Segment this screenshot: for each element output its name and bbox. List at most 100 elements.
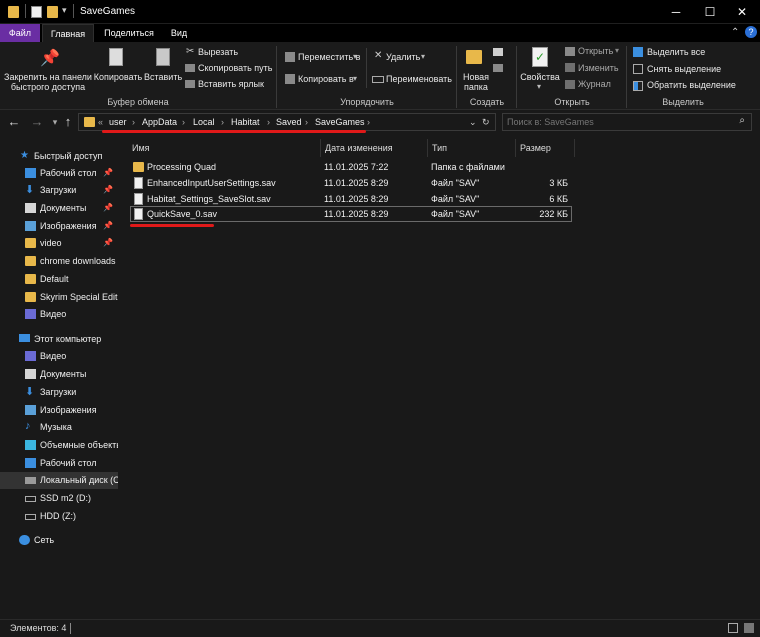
details-view-button[interactable] <box>728 623 738 633</box>
delete-icon: ✕ <box>374 50 383 61</box>
column-header-date[interactable]: Дата изменения <box>321 139 427 157</box>
easy-access-icon[interactable] <box>493 64 503 72</box>
file-row-habitat-settings[interactable]: Habitat_Settings_SaveSlot.sav 11.01.2025… <box>130 191 572 207</box>
chevron-right-icon[interactable]: › <box>182 114 185 130</box>
nav-item-default[interactable]: Default <box>0 271 118 288</box>
nav-network[interactable]: Сеть <box>0 532 118 549</box>
tab-home[interactable]: Главная <box>42 24 94 42</box>
pin-icon[interactable]: 📌 <box>103 168 113 177</box>
nav-pc-local-disk-c[interactable]: Локальный диск (C <box>0 472 118 489</box>
pin-icon[interactable]: 📌 <box>103 221 113 230</box>
back-button[interactable]: ← <box>7 114 21 129</box>
nav-item-pictures[interactable]: Изображения 📌 <box>0 218 118 235</box>
nav-pc-ssd-d[interactable]: SSD m2 (D:) <box>0 490 118 507</box>
nav-pc-hdd-z[interactable]: HDD (Z:) <box>0 508 118 525</box>
chevron-right-icon[interactable]: › <box>221 114 224 130</box>
copy-to-button[interactable]: Копировать в <box>298 74 354 84</box>
nav-item-videos[interactable]: Видео <box>0 306 118 323</box>
nav-item-chrome-downloads[interactable]: chrome downloads <box>0 253 118 270</box>
recent-locations-button[interactable]: ▾ <box>48 117 62 128</box>
chevron-right-icon[interactable]: › <box>367 114 370 130</box>
up-button[interactable]: ↑ <box>61 114 75 129</box>
nav-pc-3d-objects[interactable]: Объемные объекты <box>0 437 118 454</box>
divider <box>366 48 367 88</box>
invert-selection-icon <box>633 81 643 91</box>
file-row-enhanced-input[interactable]: EnhancedInputUserSettings.sav 11.01.2025… <box>130 175 572 191</box>
breadcrumb-overflow[interactable]: « <box>98 114 103 130</box>
maximize-button[interactable]: ☐ <box>692 0 728 24</box>
nav-quick-access[interactable]: ★ Быстрый доступ <box>0 148 118 165</box>
file-size: 6 КБ <box>549 194 568 204</box>
tab-view[interactable]: Вид <box>164 24 194 42</box>
search-icon[interactable]: ⌕ <box>739 115 745 126</box>
chevron-right-icon[interactable]: › <box>267 114 270 130</box>
select-none-button[interactable]: Снять выделение <box>647 64 721 74</box>
properties-button[interactable]: Свойства <box>520 72 560 82</box>
desktop-icon <box>25 458 36 468</box>
chevron-right-icon[interactable]: › <box>305 114 308 130</box>
properties-icon[interactable] <box>31 6 42 18</box>
help-icon[interactable]: ? <box>745 26 757 38</box>
file-row-processing-quad[interactable]: Processing Quad 11.01.2025 7:22 Папка с … <box>130 159 572 175</box>
copy-button[interactable]: Копировать <box>93 72 143 82</box>
history-button[interactable]: Журнал <box>578 79 611 89</box>
pin-icon[interactable]: 📌 <box>103 238 113 247</box>
pin-icon[interactable]: 📌 <box>103 203 113 212</box>
tiles-view-button[interactable] <box>744 623 754 633</box>
open-button[interactable]: Открыть <box>578 46 613 56</box>
chevron-up-icon[interactable]: ⌃ <box>731 27 739 38</box>
copy-path-button[interactable]: Скопировать путь <box>198 63 272 73</box>
tab-share[interactable]: Поделиться <box>98 24 160 42</box>
nav-pc-music[interactable]: ♪ Музыка <box>0 419 118 436</box>
breadcrumb-savegames[interactable]: SaveGames <box>315 114 365 130</box>
rename-button[interactable]: Переименовать <box>386 74 452 84</box>
paste-shortcut-button[interactable]: Вставить ярлык <box>198 79 264 89</box>
search-box[interactable]: ⌕ <box>502 113 752 131</box>
paste-button[interactable]: Вставить <box>144 72 182 82</box>
search-input[interactable] <box>507 115 727 129</box>
edit-button[interactable]: Изменить <box>578 63 619 73</box>
breadcrumb-user[interactable]: user <box>109 114 127 130</box>
nav-pc-pictures[interactable]: Изображения <box>0 402 118 419</box>
invert-selection-button[interactable]: Обратить выделение <box>647 80 736 90</box>
chevron-down-icon[interactable]: ▾ <box>62 5 67 16</box>
new-folder-icon[interactable] <box>47 6 58 18</box>
chevron-down-icon[interactable]: ⌄ <box>469 114 477 130</box>
new-item-icon[interactable] <box>493 48 503 56</box>
column-resize-handle[interactable] <box>574 139 575 157</box>
nav-item-downloads[interactable]: ⬇ Загрузки 📌 <box>0 182 118 199</box>
group-label-open: Открыть <box>554 97 590 107</box>
file-row-quicksave[interactable]: QuickSave_0.sav 11.01.2025 8:29 Файл "SA… <box>130 206 572 222</box>
breadcrumb-saved[interactable]: Saved <box>276 114 302 130</box>
nav-pc-desktop[interactable]: Рабочий стол <box>0 455 118 472</box>
nav-this-pc[interactable]: Этот компьютер <box>0 331 118 348</box>
tab-file[interactable]: Файл <box>0 24 40 42</box>
column-header-name[interactable]: Имя <box>128 139 320 157</box>
move-to-button[interactable]: Переместить в <box>298 52 360 62</box>
nav-label: video <box>40 238 62 248</box>
breadcrumb-habitat[interactable]: Habitat <box>231 114 260 130</box>
address-bar[interactable]: « user › AppData › Local › Habitat › Sav… <box>78 113 496 131</box>
minimize-button[interactable]: ─ <box>658 0 694 24</box>
column-header-type[interactable]: Тип <box>428 139 515 157</box>
nav-item-video-folder[interactable]: video 📌 <box>0 235 118 252</box>
nav-item-documents[interactable]: Документы 📌 <box>0 200 118 217</box>
cut-button[interactable]: Вырезать <box>198 47 238 57</box>
nav-pc-videos[interactable]: Видео <box>0 348 118 365</box>
new-folder-button[interactable]: Новая папка <box>460 72 492 92</box>
nav-pc-documents[interactable]: Документы <box>0 366 118 383</box>
nav-item-desktop[interactable]: Рабочий стол 📌 <box>0 165 118 182</box>
pin-quick-access-button[interactable]: Закрепить на панели быстрого доступа <box>2 72 94 92</box>
select-all-button[interactable]: Выделить все <box>647 47 705 57</box>
nav-pc-downloads[interactable]: ⬇ Загрузки <box>0 384 118 401</box>
forward-button[interactable]: → <box>30 114 44 129</box>
column-header-size[interactable]: Размер <box>516 139 574 157</box>
nav-item-skyrim[interactable]: Skyrim Special Editi <box>0 289 118 306</box>
breadcrumb-local[interactable]: Local <box>193 114 215 130</box>
pin-icon[interactable]: 📌 <box>103 185 113 194</box>
refresh-icon[interactable]: ↻ <box>482 114 490 130</box>
close-button[interactable]: ✕ <box>724 0 760 24</box>
chevron-right-icon[interactable]: › <box>132 114 135 130</box>
delete-button[interactable]: Удалить <box>386 52 420 62</box>
breadcrumb-appdata[interactable]: AppData <box>142 114 177 130</box>
